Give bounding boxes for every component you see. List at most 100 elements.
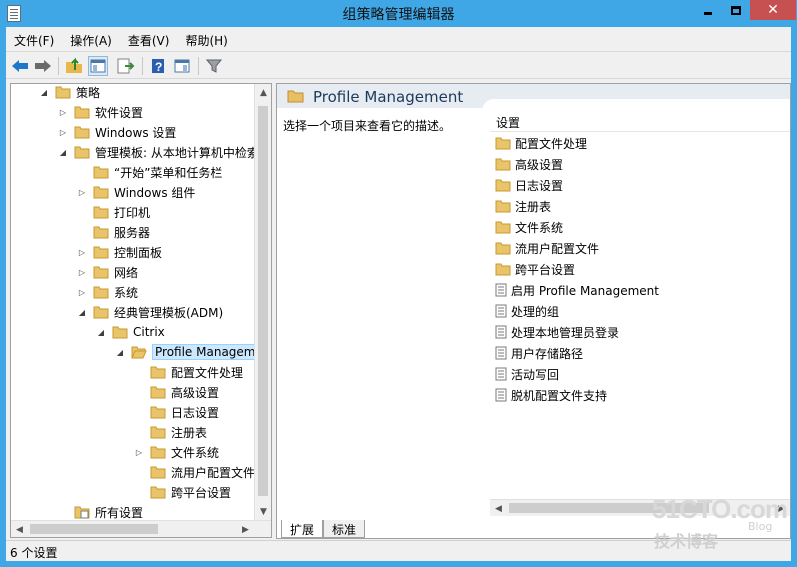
- tree-item[interactable]: 服务器: [77, 222, 150, 242]
- list-item-label: 脱机配置文件支持: [511, 388, 608, 403]
- expand-arrow-icon[interactable]: ▷: [58, 108, 68, 117]
- tree-item-label: Windows 设置: [95, 125, 177, 140]
- expand-arrow-icon[interactable]: ▷: [77, 268, 87, 277]
- policy-setting-icon: [495, 325, 507, 339]
- tree-item[interactable]: ▷ 系统: [77, 282, 138, 302]
- list-item[interactable]: 高级设置: [495, 154, 563, 174]
- folder-icon: [131, 346, 147, 359]
- tree-item[interactable]: ▷ 软件设置: [58, 102, 143, 122]
- navigation-tree[interactable]: ◢ 策略 ▷ 软件设置 ▷ Windows 设置 ◢ 管理模板: 从本地计算机中检索 “开始”菜…: [10, 83, 272, 538]
- up-one-level-button[interactable]: [64, 56, 84, 76]
- list-item[interactable]: 处理本地管理员登录: [495, 322, 619, 342]
- tree-item[interactable]: 所有设置: [58, 502, 143, 522]
- folder-icon: [495, 200, 511, 213]
- list-item[interactable]: 脱机配置文件支持: [495, 385, 607, 405]
- tree-item[interactable]: 注册表: [134, 422, 207, 442]
- scroll-down-icon[interactable]: ▼: [255, 503, 271, 520]
- forward-button[interactable]: [33, 56, 53, 76]
- tree-item[interactable]: 日志设置: [134, 402, 219, 422]
- list-item[interactable]: 日志设置: [495, 175, 563, 195]
- collapse-arrow-icon[interactable]: ◢: [39, 88, 49, 97]
- tree-item[interactable]: 打印机: [77, 202, 150, 222]
- tree-item-label: 所有设置: [95, 505, 144, 520]
- tree-item[interactable]: ▷ 网络: [77, 262, 138, 282]
- tree-hscroll-thumb[interactable]: [30, 524, 158, 534]
- expand-arrow-icon[interactable]: ▷: [134, 448, 144, 457]
- tab-extended[interactable]: 扩展: [281, 520, 324, 538]
- collapse-arrow-icon[interactable]: ◢: [96, 328, 106, 337]
- menu-action[interactable]: 操作(A): [62, 30, 120, 50]
- list-item[interactable]: 配置文件处理: [495, 133, 587, 153]
- list-item[interactable]: 跨平台设置: [495, 259, 575, 279]
- back-button[interactable]: [10, 56, 30, 76]
- tree-vertical-scrollbar[interactable]: ▲ ▼: [254, 84, 271, 520]
- show-hide-tree-button[interactable]: [88, 56, 108, 76]
- menu-view[interactable]: 查看(V): [120, 30, 178, 50]
- tree-vscroll-thumb[interactable]: [258, 106, 268, 496]
- tree-item[interactable]: 高级设置: [134, 382, 219, 402]
- tree-item[interactable]: ▷ Windows 设置: [58, 122, 176, 142]
- collapse-arrow-icon[interactable]: ◢: [58, 148, 68, 157]
- minimize-button[interactable]: [694, 0, 721, 20]
- tree-item-label: 高级设置: [171, 385, 220, 400]
- list-item[interactable]: 用户存储路径: [495, 343, 583, 363]
- tree-item[interactable]: ◢ 策略: [39, 84, 101, 102]
- tree-item[interactable]: 流用户配置文件: [134, 462, 255, 482]
- list-item[interactable]: 活动写回: [495, 364, 559, 384]
- list-item-label: 日志设置: [515, 178, 564, 193]
- tree-item[interactable]: ◢ 管理模板: 从本地计算机中检索: [58, 142, 259, 162]
- menu-help[interactable]: 帮助(H): [177, 30, 235, 50]
- tree-item[interactable]: ◢ 经典管理模板(ADM): [77, 302, 223, 322]
- scroll-up-icon[interactable]: ▲: [255, 84, 271, 101]
- policy-setting-icon: [495, 367, 507, 381]
- list-item[interactable]: 文件系统: [495, 217, 563, 237]
- tree-item[interactable]: ◢ Citrix: [96, 322, 165, 342]
- settings-list[interactable]: 设置 配置文件处理高级设置日志设置注册表 文件系统流用户配置文件跨平台设置启用 P…: [490, 110, 790, 500]
- folder-icon: [495, 263, 511, 276]
- tab-standard[interactable]: 标准: [323, 520, 366, 538]
- folder-icon: [93, 266, 109, 279]
- tree-horizontal-scrollbar[interactable]: ◀ ▶: [11, 520, 271, 537]
- folder-icon: [150, 446, 166, 459]
- watermark-subtitle: 技术博客: [654, 532, 719, 551]
- tree-item-label: 策略: [76, 85, 101, 100]
- tree-item[interactable]: ▷ Windows 组件: [77, 182, 195, 202]
- export-list-button[interactable]: [116, 56, 136, 76]
- close-button[interactable]: ✕: [750, 0, 796, 20]
- column-header-setting[interactable]: 设置: [490, 110, 790, 132]
- expand-arrow-icon[interactable]: ▷: [77, 288, 87, 297]
- list-item-label: 流用户配置文件: [515, 241, 600, 256]
- tree-item[interactable]: “开始”菜单和任务栏: [77, 162, 222, 182]
- collapse-arrow-icon[interactable]: ◢: [115, 348, 125, 357]
- back-arrow-icon: [12, 60, 28, 72]
- list-item-label: 启用 Profile Management: [511, 283, 659, 298]
- scroll-left-icon[interactable]: ◀: [11, 521, 28, 537]
- collapse-arrow-icon[interactable]: ◢: [77, 308, 87, 317]
- tree-item[interactable]: 配置文件处理: [134, 362, 243, 382]
- tree-item[interactable]: ▷ 控制面板: [77, 242, 162, 262]
- scroll-right-icon[interactable]: ▶: [237, 521, 254, 537]
- tree-item[interactable]: ◢ Profile Manageme: [115, 342, 266, 362]
- list-item[interactable]: 注册表: [495, 196, 551, 216]
- expand-arrow-icon[interactable]: ▷: [58, 128, 68, 137]
- list-item-label: 活动写回: [511, 367, 560, 382]
- list-item[interactable]: 流用户配置文件: [495, 238, 599, 258]
- maximize-button[interactable]: [722, 0, 749, 20]
- list-item[interactable]: 启用 Profile Management: [495, 280, 659, 300]
- expand-arrow-icon[interactable]: ▷: [77, 188, 87, 197]
- tree-item-label: Profile Manageme: [152, 344, 266, 360]
- list-item[interactable]: 处理的组: [495, 301, 559, 321]
- help-button[interactable]: ?: [148, 56, 168, 76]
- policy-setting-icon: [495, 346, 507, 360]
- view-tabs: 扩展 标准: [281, 520, 366, 538]
- properties-view-button[interactable]: [172, 56, 192, 76]
- list-item-label: 配置文件处理: [515, 136, 588, 151]
- tree-item[interactable]: ▷ 文件系统: [134, 442, 219, 462]
- folder-icon: [93, 246, 109, 259]
- folder-icon: [93, 206, 109, 219]
- menu-file[interactable]: 文件(F): [6, 30, 62, 50]
- filter-button[interactable]: [204, 56, 224, 76]
- tree-item[interactable]: 跨平台设置: [134, 482, 231, 502]
- scroll-left-icon[interactable]: ◀: [490, 500, 507, 517]
- expand-arrow-icon[interactable]: ▷: [77, 248, 87, 257]
